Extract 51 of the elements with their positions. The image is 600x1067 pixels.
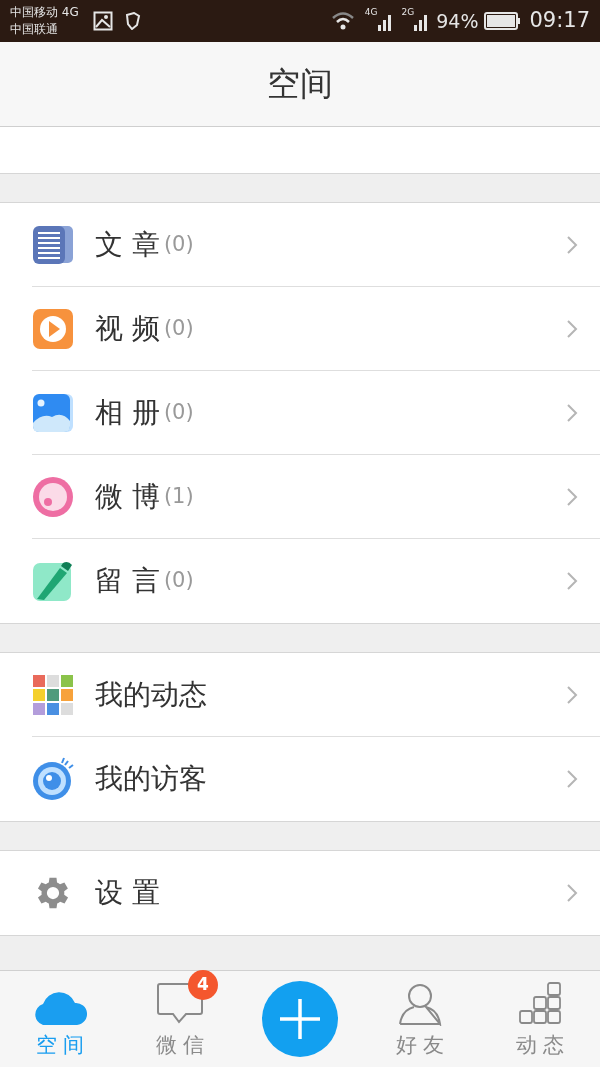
eye-icon: [32, 757, 76, 801]
image-icon: [92, 11, 113, 31]
menu-item[interactable]: 微 博(1): [32, 455, 600, 539]
item-count: (0): [163, 398, 194, 426]
item-label: 设 置: [95, 875, 160, 911]
item-count: (0): [163, 314, 194, 342]
clock: 09:17: [529, 7, 590, 35]
document-icon: [32, 224, 74, 265]
chevron-icon: [566, 486, 578, 507]
chevron-icon: [566, 684, 578, 705]
menu-item[interactable]: 相 册(0): [32, 371, 600, 455]
unread-badge: 4: [188, 969, 218, 1000]
item-count: (0): [163, 567, 194, 595]
carrier-label: 中国联通: [10, 21, 59, 38]
menu-item[interactable]: 视 频(0): [32, 287, 600, 371]
menu-item[interactable]: 我的访客: [32, 737, 600, 821]
play-icon: [32, 307, 74, 350]
photo-icon: [32, 392, 74, 433]
pen-icon: [32, 560, 74, 602]
circle-icon: [32, 475, 74, 518]
network-label: 4G: [364, 6, 378, 19]
chevron-icon: [566, 571, 578, 591]
item-label: 我的动态: [95, 676, 207, 713]
battery-percent: 94%: [436, 8, 479, 34]
page-title: 空间: [267, 63, 333, 106]
item-label: 视 频: [95, 310, 160, 347]
menu-item[interactable]: 留 言(0): [32, 539, 600, 623]
chevron-icon: [566, 883, 578, 903]
chevron-icon: [566, 402, 578, 423]
item-label: 微 博: [95, 478, 160, 515]
carrier-label: 中国移动 4G: [10, 4, 79, 21]
battery-icon: [484, 12, 522, 30]
item-label: 我的访客: [95, 761, 207, 797]
menu-item[interactable]: 我的动态: [32, 653, 600, 737]
item-count: (1): [163, 482, 194, 510]
shield-icon: [124, 12, 141, 30]
chevron-icon: [566, 318, 578, 339]
menu-item[interactable]: 文 章(0): [32, 203, 600, 287]
chevron-icon: [566, 769, 578, 789]
item-label: 留 言: [95, 563, 160, 599]
item-label: 文 章: [95, 226, 160, 263]
person-icon: [398, 981, 442, 1026]
wifi-icon: [330, 11, 355, 31]
network-label: 2G: [401, 6, 415, 19]
grid-icon: [32, 673, 74, 716]
menu-item[interactable]: 设 置: [32, 851, 600, 935]
blocks-icon: [518, 981, 562, 1026]
chevron-icon: [566, 234, 578, 255]
plus-icon: [278, 997, 322, 1041]
item-count: (0): [163, 230, 194, 258]
item-label: 相 册: [95, 394, 160, 431]
